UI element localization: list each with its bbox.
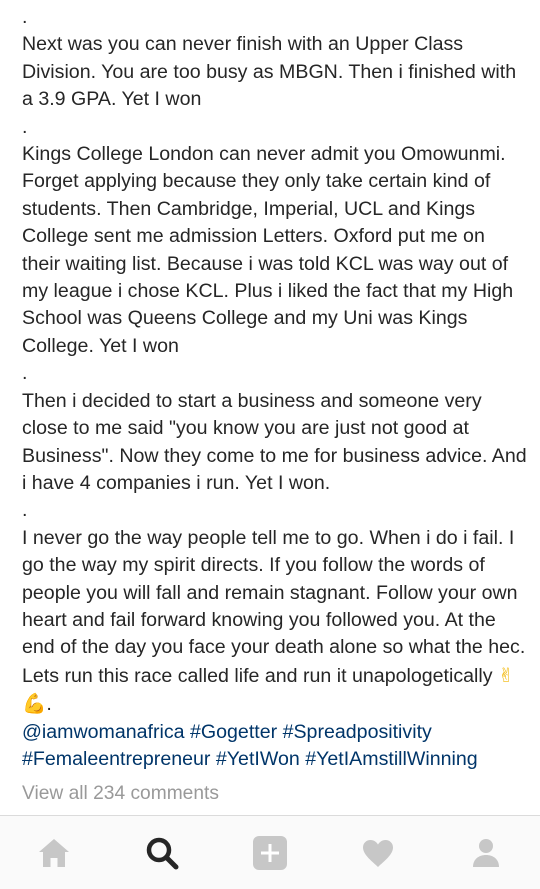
caption-paragraph-gpa: Next was you can never finish with an Up… — [22, 33, 517, 111]
tab-add-post[interactable] — [240, 823, 300, 883]
hashtag-link[interactable]: #YetIAmstillWinning — [305, 748, 477, 770]
hashtag-list: @iamwomanafrica #Gogetter #Spreadpositiv… — [22, 719, 528, 774]
hashtag-link[interactable]: #Spreadpositivity — [283, 721, 432, 743]
hashtag-link[interactable]: #Gogetter — [190, 721, 277, 743]
post-caption: . Next was you can never finish with an … — [22, 4, 528, 773]
home-icon — [39, 838, 69, 867]
add-post-icon — [253, 835, 287, 870]
profile-icon — [473, 838, 499, 867]
caption-separator: . — [22, 115, 28, 138]
caption-paragraph-kcl: Kings College London can never admit you… — [22, 143, 514, 357]
tab-profile[interactable] — [456, 823, 516, 883]
caption-separator: . — [22, 362, 28, 385]
caption-paragraph-spirit-text: I never go the way people tell me to go.… — [22, 526, 526, 687]
hashtag-link[interactable]: #Femaleentrepreneur — [22, 748, 210, 770]
victory-hand-emoji-icon: ✌ — [497, 663, 515, 687]
bottom-tab-bar — [0, 815, 540, 889]
heart-icon — [363, 839, 393, 867]
flexed-biceps-emoji-icon: 💪 — [22, 692, 47, 716]
caption-end-period: . — [46, 693, 52, 716]
view-all-comments-link[interactable]: View all 234 comments — [22, 783, 219, 805]
tab-activity[interactable] — [348, 823, 408, 883]
search-icon — [146, 837, 179, 869]
caption-paragraph-spirit: I never go the way people tell me to go.… — [22, 525, 528, 719]
mention-link[interactable]: @iamwomanafrica — [22, 721, 185, 743]
caption-separator: . — [22, 6, 28, 28]
caption-paragraph-business: Then i decided to start a business and s… — [22, 389, 527, 494]
caption-separator: . — [22, 499, 28, 522]
tab-home[interactable] — [24, 823, 84, 883]
tab-search[interactable] — [132, 823, 192, 883]
hashtag-link[interactable]: #YetIWon — [216, 748, 300, 770]
